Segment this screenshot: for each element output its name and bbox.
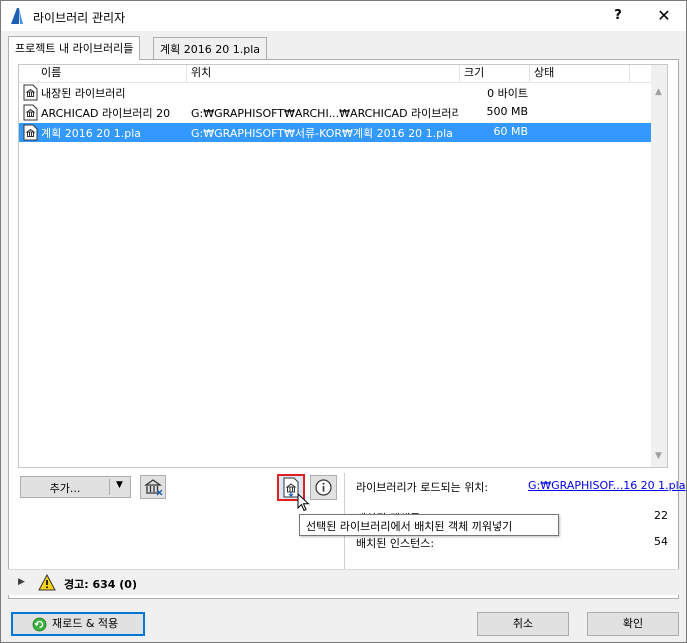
table-row[interactable]: ARCHICAD 라이브러리 20 G:₩GRAPHISOFT₩ARCHI...… [19,103,651,122]
placed-objects-value: 22 [654,509,668,522]
row-size: 60 MB [493,125,528,138]
tab-plan-library[interactable]: 계획 2016 20 1.pla [153,37,267,59]
help-button[interactable]: ? [606,6,630,26]
row-size: 500 MB [486,105,528,118]
window-title: 라이브러리 관리자 [33,11,126,25]
cancel-button[interactable]: 취소 [477,612,569,636]
close-button[interactable]: ✕ [649,3,679,29]
library-manager-dialog: 라이브러리 관리자 ? ✕ 프로젝트 내 라이브러리들 계획 2016 20 1… [0,0,687,643]
archicad-app-icon [11,8,23,24]
title-bar: 라이브러리 관리자 ? ✕ [1,1,686,31]
mouse-cursor-icon [297,493,310,512]
library-remove-icon [143,479,163,496]
load-location-label: 라이브러리가 로드되는 위치: [356,481,489,494]
row-size: 0 바이트 [487,87,528,100]
column-header-status[interactable]: 상태 [530,65,630,82]
reload-apply-button[interactable]: 재로드 & 적용 [11,612,145,636]
row-location: G:₩GRAPHISOFT₩ARCHI...₩ARCHICAD 라이브러리 20 [191,107,459,120]
table-row-selected[interactable]: 계획 2016 20 1.pla G:₩GRAPHISOFT₩서류-KOR₩계획… [19,123,651,142]
library-icon [23,84,38,101]
scroll-down-icon[interactable]: ▼ [655,451,662,461]
info-icon [315,479,332,496]
table-row[interactable]: 내장된 라이브러리 0 바이트 [19,83,651,102]
warning-icon [38,574,56,591]
column-header-name[interactable]: 이름 [37,65,187,82]
reload-label: 재로드 & 적용 [52,617,119,630]
load-location-link[interactable]: G:₩GRAPHISOF...16 20 1.pla [528,479,685,492]
library-icon [23,104,38,121]
warning-bar[interactable]: ▶ 경고: 634 (0) [8,569,679,595]
row-location: G:₩GRAPHISOFT₩서류-KOR₩계획 2016 20 1.pla [191,127,453,140]
ok-button[interactable]: 확인 [587,612,679,636]
column-header-size[interactable]: 크기 [460,65,530,82]
vertical-scrollbar[interactable]: ▲ ▼ [651,65,667,467]
split-divider [109,479,110,495]
column-header-location[interactable]: 위치 [187,65,460,82]
expand-triangle-icon[interactable]: ▶ [18,577,25,587]
row-name: ARCHICAD 라이브러리 20 [41,107,171,120]
reload-icon [32,617,47,632]
library-icon [23,124,38,141]
placed-instances-label: 배치된 인스턴스: [356,537,435,550]
warning-count: 경고: 634 (0) [64,578,137,591]
add-label: 추가... [49,482,81,495]
row-name: 계획 2016 20 1.pla [41,127,141,140]
tab-project-libraries[interactable]: 프로젝트 내 라이브러리들 [8,36,141,60]
placed-instances-value: 54 [654,535,668,548]
chevron-down-icon[interactable]: ▼ [116,480,123,490]
row-name: 내장된 라이브러리 [41,87,126,100]
library-remove-button[interactable] [140,475,166,499]
scroll-up-icon[interactable]: ▲ [655,87,662,97]
tooltip: 선택된 라이브러리에서 배치된 객체 끼워넣기 [299,514,559,536]
info-button[interactable] [310,475,337,500]
add-library-button[interactable]: 추가... ▼ [20,476,131,498]
library-list[interactable]: 이름 위치 크기 상태 내장된 라이브러리 0 바이트 ARCHICAD 라이브… [18,64,668,468]
list-header: 이름 위치 크기 상태 [19,65,651,83]
